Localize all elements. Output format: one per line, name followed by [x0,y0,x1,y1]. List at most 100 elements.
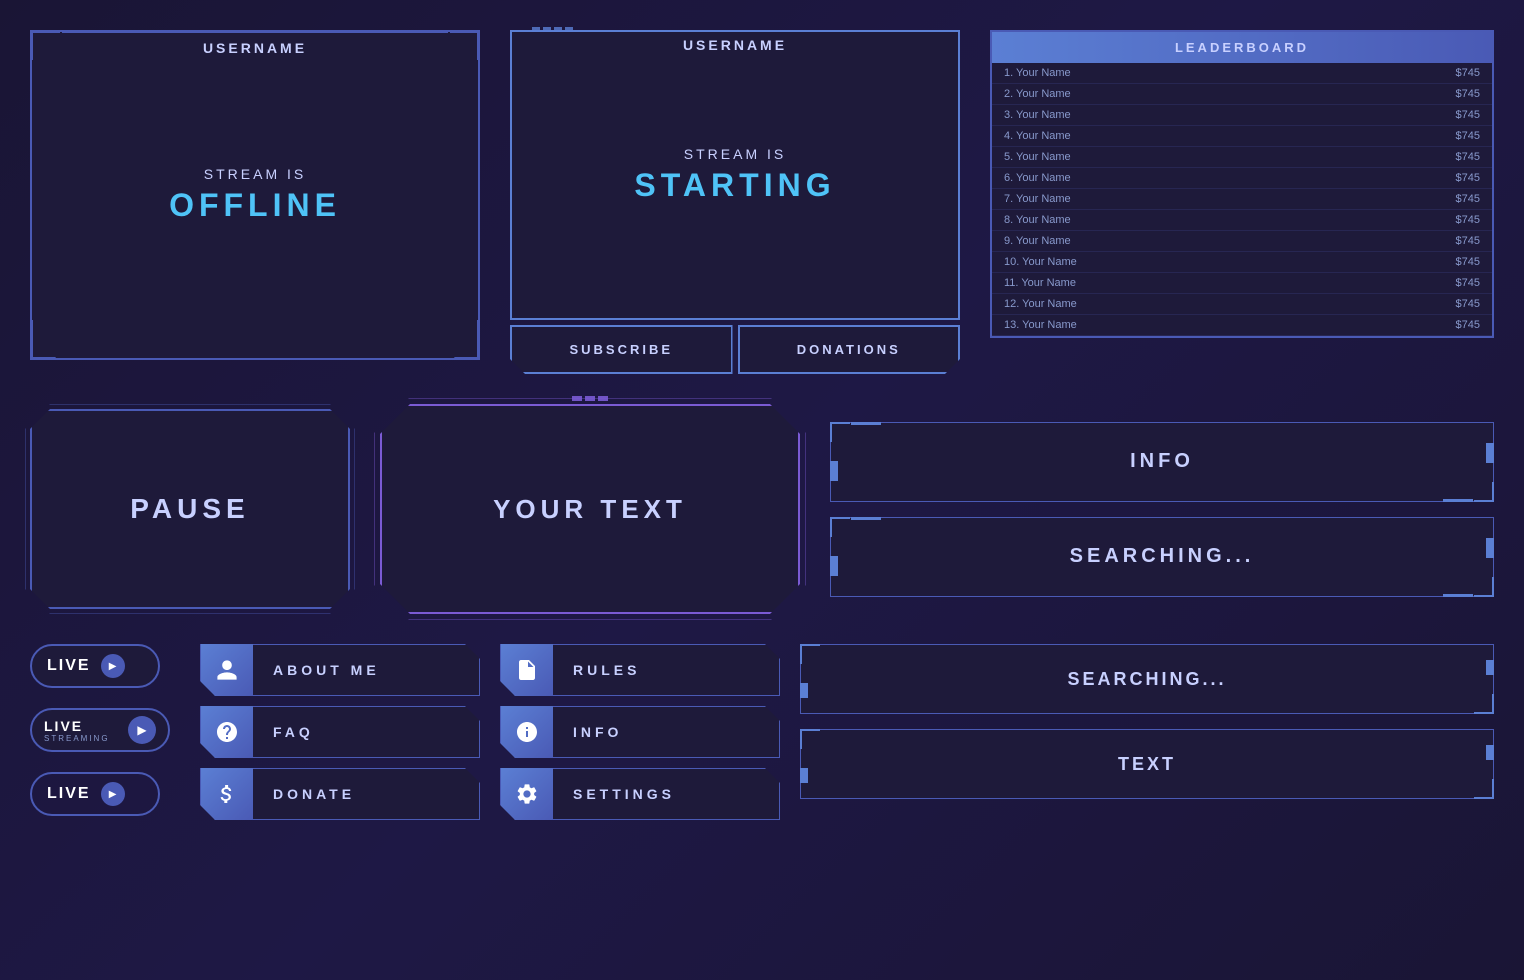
leaderboard-row: 10. Your Name $745 [992,252,1492,273]
live-label-3: LIVE [47,785,91,803]
right-info-panels: INFO SEARCHING... [830,422,1494,597]
right-hud-panels: SEARCHING... TEXT [800,644,1494,799]
gear-icon-box [501,768,553,820]
leaderboard-rank: 6. Your Name [1004,172,1071,184]
donate-label: DONATE [273,786,355,802]
leaderboard-rank: 3. Your Name [1004,109,1071,121]
starting-stream-is: STREAM IS [684,146,786,162]
main-container: USERNAME STREAM IS OFFLINE USERNAME STRE… [0,0,1524,980]
faq-button[interactable]: FAQ [200,706,480,758]
info-icon-box [501,706,553,758]
live-info-2: LIVE STREAMING [44,718,110,743]
leaderboard-amount: $745 [1456,193,1480,205]
middle-row: PAUSE YOUR TEXT [30,404,1494,614]
text-bottom-text: TEXT [1118,754,1176,775]
live-buttons-col: LIVE ▶ LIVE STREAMING ▶ LIVE ▶ [30,644,180,816]
searching-bottom-panel: SEARCHING... [800,644,1494,714]
donate-button[interactable]: DONATE [200,768,480,820]
offline-stream-is: STREAM IS [204,166,306,182]
bottom-row: LIVE ▶ LIVE STREAMING ▶ LIVE ▶ ABOU [30,644,1494,820]
person-icon [215,658,239,682]
question-icon-box [201,706,253,758]
leaderboard-rows: 1. Your Name$7452. Your Name$7453. Your … [992,63,1492,336]
faq-label: FAQ [273,724,314,740]
leaderboard-rank: 12. Your Name [1004,298,1077,310]
leaderboard-amount: $745 [1456,109,1480,121]
play-icon-1: ▶ [101,654,125,678]
leaderboard-panel: LEADERBOARD 1. Your Name $745 2. Your Name… [990,30,1494,374]
live-button-2[interactable]: LIVE STREAMING ▶ [30,708,170,752]
info-icon [515,720,539,744]
rules-label: RULES [573,662,640,678]
left-menu-col: ABOUT ME FAQ DONATE [200,644,480,820]
leaderboard-rank: 11. Your Name [1004,277,1076,289]
about-me-button[interactable]: ABOUT ME [200,644,480,696]
leaderboard-row: 6. Your Name $745 [992,168,1492,189]
starting-panel: USERNAME STREAM IS STARTING SUBSCRIBE DO… [510,30,960,374]
pause-panel: PAUSE [30,409,350,609]
leaderboard-title: LEADERBOARD [992,32,1492,63]
leaderboard-amount: $745 [1456,172,1480,184]
text-bottom-panel: TEXT [800,729,1494,799]
starting-status: STARTING [634,167,835,204]
settings-button[interactable]: SETTINGS [500,768,780,820]
leaderboard-row: 2. Your Name$745 [992,84,1492,105]
yourtext-text: YOUR TEXT [493,494,687,525]
leaderboard-rank: 1. Your Name [1004,67,1071,79]
leaderboard-rank: 2. Your Name [1004,88,1071,100]
leaderboard-row: 13. Your Name $745 [992,315,1492,336]
live-button-3[interactable]: LIVE ▶ [30,772,160,816]
document-icon [515,658,539,682]
leaderboard-amount: $745 [1456,151,1480,163]
subscribe-button[interactable]: SUBSCRIBE [510,325,733,374]
person-icon-box [201,644,253,696]
searching-panel-text: SEARCHING... [1070,545,1255,568]
pause-text: PAUSE [130,493,249,525]
leaderboard-amount: $745 [1456,214,1480,226]
info-button[interactable]: INFO [500,706,780,758]
play-icon-3: ▶ [101,782,125,806]
leaderboard-row: 11. Your Name $745 [992,273,1492,294]
leaderboard-amount: $745 [1456,130,1480,142]
offline-status: OFFLINE [169,187,341,224]
dollar-icon-box [201,768,253,820]
leaderboard-row: 3. Your Name $745 [992,105,1492,126]
leaderboard-rank: 5. Your Name [1004,151,1071,163]
info-label: INFO [573,724,622,740]
info-panel: INFO [830,422,1494,502]
live-label-2: LIVE [44,718,110,734]
play-icon-2: ▶ [128,716,156,744]
leaderboard-amount: $745 [1456,277,1480,289]
info-panel-text: INFO [1130,450,1194,473]
leaderboard-row: 5. Your Name $745 [992,147,1492,168]
leaderboard-row: 9. Your Name$745 [992,231,1492,252]
leaderboard-amount: $745 [1456,67,1480,79]
offline-username: USERNAME [203,32,307,56]
rules-button[interactable]: RULES [500,644,780,696]
leaderboard-amount: $745 [1456,256,1480,268]
searching-panel: SEARCHING... [830,517,1494,597]
document-icon-box [501,644,553,696]
leaderboard-rank: 8. Your Name [1004,214,1071,226]
dollar-icon [215,782,239,806]
leaderboard-rank: 10. Your Name [1004,256,1077,268]
leaderboard-rank: 7. Your Name [1004,193,1071,205]
about-me-label: ABOUT ME [273,662,380,678]
live-button-1[interactable]: LIVE ▶ [30,644,160,688]
leaderboard-amount: $745 [1456,319,1480,331]
offline-panel: USERNAME STREAM IS OFFLINE [30,30,480,360]
question-icon [215,720,239,744]
settings-label: SETTINGS [573,786,675,802]
right-menu-col: RULES INFO SETTINGS [500,644,780,820]
starting-username: USERNAME [683,37,787,53]
streaming-label: STREAMING [44,734,110,743]
donations-button[interactable]: DONATIONS [738,325,961,374]
leaderboard-rank: 13. Your Name [1004,319,1077,331]
gear-icon [515,782,539,806]
leaderboard-row: 12. Your Name$745 [992,294,1492,315]
leaderboard-row: 7. Your Name $745 [992,189,1492,210]
yourtext-panel: YOUR TEXT [380,404,800,614]
leaderboard-amount: $745 [1456,235,1480,247]
leaderboard-row: 8. Your Name $745 [992,210,1492,231]
top-row: USERNAME STREAM IS OFFLINE USERNAME STRE… [30,30,1494,374]
